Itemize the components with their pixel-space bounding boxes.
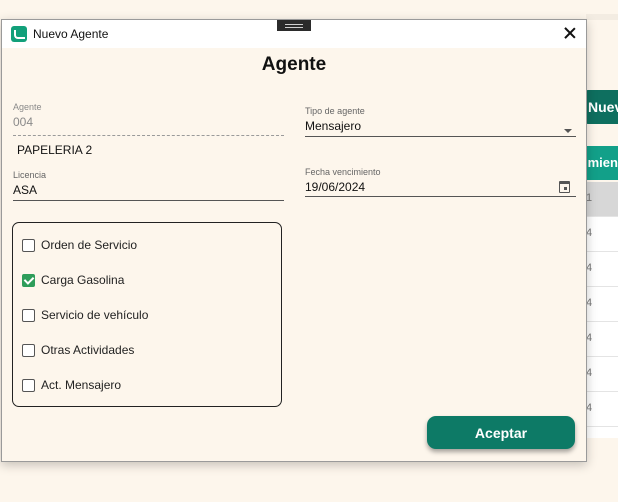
activity-orden-de-servicio[interactable]: Orden de Servicio [22,237,137,253]
close-icon[interactable] [562,25,578,41]
checkbox[interactable] [22,343,35,357]
licencia-underline [13,200,284,201]
agente-value: 004 [13,115,34,129]
activity-otras-actividades[interactable]: Otras Actividades [22,342,134,358]
background-table-row[interactable]: 4 [584,252,618,287]
background-table-row[interactable]: 4 [584,287,618,322]
background-table-row[interactable]: 4 [584,357,618,392]
activity-label: Act. Mensajero [41,378,122,392]
background-nuevo-button[interactable]: Nuev [584,90,618,124]
licencia-label: Licencia [13,170,47,180]
checkbox[interactable] [22,308,35,322]
checkbox[interactable] [22,238,35,252]
tipo-agente-select[interactable]: Tipo de agente Mensajero [305,106,576,137]
agente-field: Agente 004 [13,102,284,136]
activity-label: Servicio de vehículo [41,308,149,322]
fecha-vencimiento-value: 19/06/2024 [305,180,366,194]
fecha-vencimiento-label: Fecha vencimiento [305,167,381,177]
tipo-agente-value: Mensajero [305,119,362,133]
drag-handle-icon[interactable] [277,20,311,31]
calendar-icon[interactable] [559,181,570,193]
background-table: 1 4 4 4 4 4 4 [584,182,618,438]
tipo-agente-underline [305,136,576,137]
checkbox[interactable] [22,378,35,392]
activity-carga-gasolina[interactable]: Carga Gasolina [22,272,124,288]
app-icon [11,26,27,42]
activity-label: Otras Actividades [41,343,135,357]
background-tab[interactable]: imien [584,146,618,180]
aceptar-button[interactable]: Aceptar [427,416,575,449]
agente-underline [13,135,284,136]
activity-servicio-de-vehiculo[interactable]: Servicio de vehículo [22,307,148,323]
window-title: Nuevo Agente [33,27,109,41]
licencia-value: ASA [13,183,38,197]
dropdown-arrow-icon[interactable] [564,129,572,133]
background-app-band [586,14,618,20]
tipo-agente-label: Tipo de agente [305,106,365,116]
activity-act-mensajero[interactable]: Act. Mensajero [22,377,121,393]
agente-label: Agente [13,102,42,112]
fecha-vencimiento-field[interactable]: Fecha vencimiento 19/06/2024 [305,167,576,197]
background-table-header: 1 [584,182,618,217]
fecha-vencimiento-underline [305,196,576,197]
background-table-row[interactable]: 4 [584,322,618,357]
activities-group: Orden de Servicio Carga Gasolina Servici… [12,222,282,407]
activity-label: Orden de Servicio [41,238,138,252]
background-table-row[interactable]: 4 [584,217,618,252]
title-bar[interactable]: Nuevo Agente [2,20,586,48]
nuevo-agente-dialog: Nuevo Agente Agente Agente 004 PAPELERIA… [1,19,587,462]
dialog-heading: Agente [261,54,327,75]
checkbox-checked[interactable] [22,273,35,287]
agente-name-text: PAPELERIA 2 [17,143,93,157]
licencia-field[interactable]: Licencia ASA [13,170,284,201]
activity-label: Carga Gasolina [41,273,125,287]
background-app-top [0,0,618,20]
background-table-row[interactable]: 4 [584,392,618,427]
